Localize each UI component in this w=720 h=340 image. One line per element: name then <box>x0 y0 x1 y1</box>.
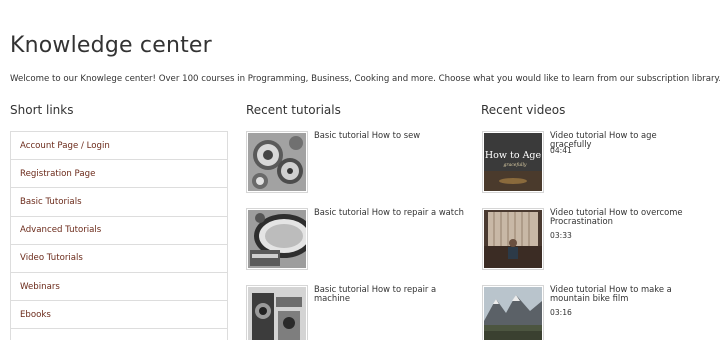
tutorial-title[interactable]: Basic tutorial How to sew <box>314 131 464 140</box>
mountain-bike-image <box>484 287 542 340</box>
short-links-heading: Short links <box>10 103 74 117</box>
video-card[interactable]: Video tutorial How to make a mountain bi… <box>482 285 712 340</box>
link-ebooks[interactable]: Ebooks <box>11 301 227 330</box>
tutorial-card[interactable]: Basic tutorial How to repair a machine <box>246 285 476 340</box>
age-gracefully-image: How to Age gracefully <box>484 133 542 191</box>
video-thumbnail[interactable] <box>482 285 544 340</box>
video-card[interactable]: Video tutorial How to overcome Procrasti… <box>482 208 712 272</box>
video-title[interactable]: Video tutorial How to age gracefully <box>550 131 700 149</box>
short-links-list: Account Page / Login Registration Page B… <box>10 131 228 340</box>
machine-image <box>248 287 306 340</box>
recent-tutorials-heading: Recent tutorials <box>246 103 341 117</box>
video-thumbnail[interactable]: How to Age gracefully <box>482 131 544 193</box>
intro-text: Welcome to our Knowlege center! Over 100… <box>10 74 720 84</box>
procrastination-image <box>484 210 542 268</box>
gears-image <box>248 133 306 191</box>
video-card[interactable]: How to Age gracefully Video tutorial How… <box>482 131 712 195</box>
page-title: Knowledge center <box>10 33 212 58</box>
link-video-tutorials[interactable]: Video Tutorials <box>11 245 227 273</box>
recent-videos-heading: Recent videos <box>481 103 566 117</box>
link-webinars[interactable]: Webinars <box>11 273 227 302</box>
tutorial-thumbnail[interactable] <box>246 208 308 270</box>
link-advanced-tutorials[interactable]: Advanced Tutorials <box>11 217 227 245</box>
video-thumbnail[interactable] <box>482 208 544 270</box>
tutorial-card[interactable]: Basic tutorial How to sew <box>246 131 476 195</box>
tutorial-thumbnail[interactable] <box>246 285 308 340</box>
tutorial-card[interactable]: Basic tutorial How to repair a watch <box>246 208 476 272</box>
link-account-page[interactable]: Account Page / Login <box>11 132 227 161</box>
video-duration: 04:41 <box>550 146 572 155</box>
thumbnail-subtitle-text: gracefully <box>504 162 527 168</box>
tutorial-title[interactable]: Basic tutorial How to repair a machine <box>314 285 464 303</box>
tutorial-title[interactable]: Basic tutorial How to repair a watch <box>314 208 464 217</box>
video-title[interactable]: Video tutorial How to overcome Procrasti… <box>550 208 700 226</box>
video-duration: 03:33 <box>550 231 572 240</box>
watch-image <box>248 210 306 268</box>
link-registration-page[interactable]: Registration Page <box>11 160 227 189</box>
video-title[interactable]: Video tutorial How to make a mountain bi… <box>550 285 700 303</box>
link-basic-tutorials[interactable]: Basic Tutorials <box>11 188 227 217</box>
thumbnail-title-text: How to Age <box>485 150 542 161</box>
tutorial-thumbnail[interactable] <box>246 131 308 193</box>
video-duration: 03:16 <box>550 308 572 317</box>
